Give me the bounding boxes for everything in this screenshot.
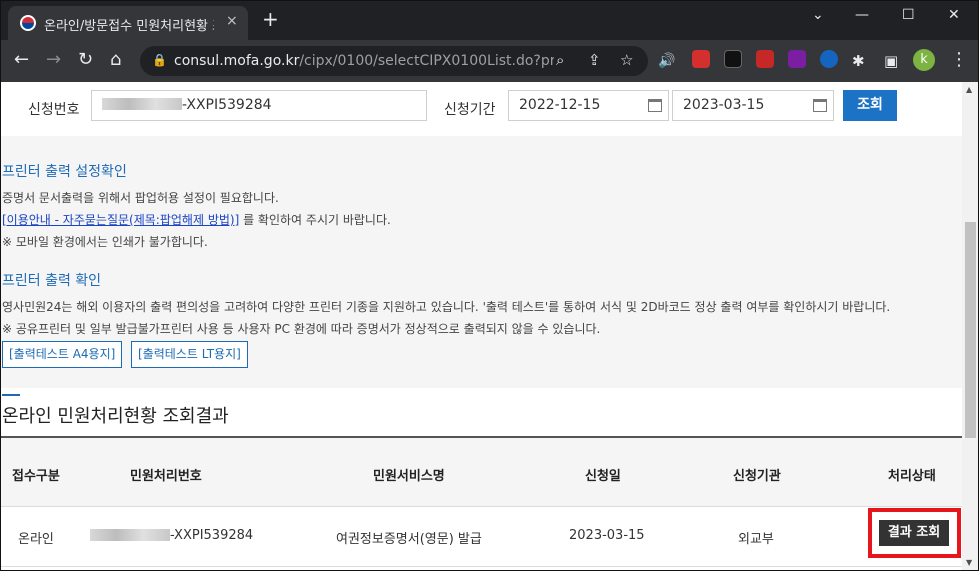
calendar-icon[interactable] bbox=[648, 99, 662, 112]
cell-agency: 외교부 bbox=[738, 532, 774, 547]
cell-service: 여권정보증명서(영문) 발급 bbox=[336, 532, 482, 547]
popup-faq-link[interactable]: [이용안내 - 자주묻는질문(제목:팝업해제 방법)] bbox=[2, 213, 239, 227]
cell-date: 2023-03-15 bbox=[569, 528, 645, 543]
browser-menu-icon[interactable]: ⋮ bbox=[950, 49, 968, 70]
end-date-input[interactable]: 2023-03-15 bbox=[672, 90, 834, 121]
printer-check-line2: ※ 공유프린터 및 일부 발급불가프린터 사용 등 사용자 PC 환경에 따라 … bbox=[2, 322, 601, 336]
korea-flag-icon bbox=[20, 15, 36, 31]
share-icon[interactable]: ⇪ bbox=[588, 51, 601, 69]
print-test-lt-button[interactable]: [출력테스트 LT용지] bbox=[131, 341, 248, 368]
extension-w-icon[interactable] bbox=[788, 50, 806, 68]
printer-settings-line2: [이용안내 - 자주묻는질문(제목:팝업해제 방법)] 를 확인하여 주시기 바… bbox=[2, 213, 391, 227]
back-icon[interactable]: ← bbox=[14, 50, 29, 70]
printer-settings-line1: 증명서 문서출력을 위해서 팝업허용 설정이 필요합니다. bbox=[2, 191, 279, 205]
printer-settings-line3: ※ 모바일 환경에서는 인쇄가 불가합니다. bbox=[2, 235, 208, 249]
url-text[interactable]: consul.mofa.go.kr/cipx/0100/selectCIPX01… bbox=[174, 53, 554, 69]
tab-list-icon[interactable]: ⌄ bbox=[812, 7, 824, 23]
title-accent-bar bbox=[2, 394, 20, 396]
home-icon[interactable]: ⌂ bbox=[110, 50, 121, 70]
search-button[interactable]: 조회 bbox=[843, 90, 897, 121]
column-header: 신청기관 bbox=[733, 469, 781, 484]
close-window-icon[interactable]: ✕ bbox=[948, 7, 960, 23]
lock-icon[interactable]: 🔒 bbox=[152, 53, 167, 67]
printer-check-line1: 영사민원24는 해외 이용자의 출력 편의성을 고려하여 다양한 프린터 기종을… bbox=[2, 300, 891, 314]
scroll-up-arrow-icon[interactable]: ▲ bbox=[966, 85, 972, 94]
page-scrollbar[interactable]: ▲ ▼ bbox=[962, 82, 979, 571]
forward-icon[interactable]: → bbox=[46, 50, 61, 70]
start-date-input[interactable]: 2022-12-15 bbox=[508, 90, 669, 121]
reload-icon[interactable]: ↻ bbox=[78, 50, 93, 70]
extensions-puzzle-icon[interactable]: ✱ bbox=[852, 51, 865, 71]
side-panel-icon[interactable]: ▣ bbox=[884, 51, 898, 71]
masked-number bbox=[102, 98, 182, 110]
column-header: 민원처리번호 bbox=[130, 469, 202, 484]
browser-toolbar: ← → ↻ ⌂ 🔒 consul.mofa.go.kr/cipx/0100/se… bbox=[0, 40, 979, 82]
browser-tab-bar: 온라인/방문접수 민원처리현황 조 × + ⌄ — ☐ ✕ bbox=[0, 0, 979, 40]
zoom-icon[interactable]: ⌕ bbox=[556, 51, 564, 69]
column-header: 신청일 bbox=[585, 469, 621, 484]
sound-icon[interactable]: 🔊 bbox=[658, 51, 675, 71]
cell-type: 온라인 bbox=[18, 532, 54, 547]
application-number-input[interactable]: -XXPI539284 bbox=[91, 90, 427, 121]
printer-check-title: 프린터 출력 확인 bbox=[2, 273, 102, 289]
scroll-thumb[interactable] bbox=[965, 222, 976, 438]
printer-settings-title: 프린터 출력 설정확인 bbox=[2, 164, 127, 180]
minimize-icon[interactable]: — bbox=[855, 7, 869, 23]
extension-p-icon[interactable] bbox=[724, 50, 742, 68]
table-row: 온라인 -XXPI539284 여권정보증명서(영문) 발급 2023-03-1… bbox=[0, 507, 962, 567]
application-number-label: 신청번호 bbox=[28, 102, 80, 118]
cell-number: -XXPI539284 bbox=[90, 528, 253, 543]
new-tab-icon[interactable]: + bbox=[262, 9, 279, 29]
profile-avatar[interactable]: k bbox=[913, 49, 935, 71]
table-header: 접수구분 민원처리번호 민원서비스명 신청일 신청기관 처리상태 bbox=[0, 436, 962, 507]
address-bar[interactable]: 🔒 consul.mofa.go.kr/cipx/0100/selectCIPX… bbox=[140, 46, 648, 76]
masked-number bbox=[90, 528, 170, 541]
column-header: 민원서비스명 bbox=[373, 469, 445, 484]
tab-title: 온라인/방문접수 민원처리현황 조 bbox=[44, 19, 214, 34]
scroll-down-arrow-icon[interactable]: ▼ bbox=[966, 558, 972, 567]
close-tab-icon[interactable]: × bbox=[226, 13, 238, 29]
calendar-icon[interactable] bbox=[813, 99, 827, 112]
browser-tab[interactable]: 온라인/방문접수 민원처리현황 조 × bbox=[8, 6, 248, 40]
results-title: 온라인 민원처리현황 조회결과 bbox=[2, 406, 229, 427]
printer-info-section: 프린터 출력 설정확인 증명서 문서출력을 위해서 팝업허용 설정이 필요합니다… bbox=[0, 136, 962, 388]
column-header: 접수구분 bbox=[12, 469, 60, 484]
application-period-label: 신청기간 bbox=[444, 102, 496, 118]
search-form: 신청번호 -XXPI539284 신청기간 2022-12-15 2023-03… bbox=[0, 82, 962, 136]
page-content: 신청번호 -XXPI539284 신청기간 2022-12-15 2023-03… bbox=[0, 82, 962, 571]
extension-globe-icon[interactable] bbox=[820, 50, 838, 68]
print-test-a4-button[interactable]: [출력테스트 A4용지] bbox=[2, 341, 123, 368]
bookmark-star-icon[interactable]: ☆ bbox=[620, 51, 633, 69]
maximize-icon[interactable]: ☐ bbox=[902, 7, 915, 23]
extension-red-icon[interactable] bbox=[692, 50, 710, 68]
view-result-button[interactable]: 결과 조회 bbox=[879, 520, 949, 546]
extension-forward-icon[interactable] bbox=[756, 50, 774, 68]
column-header: 처리상태 bbox=[888, 469, 936, 484]
